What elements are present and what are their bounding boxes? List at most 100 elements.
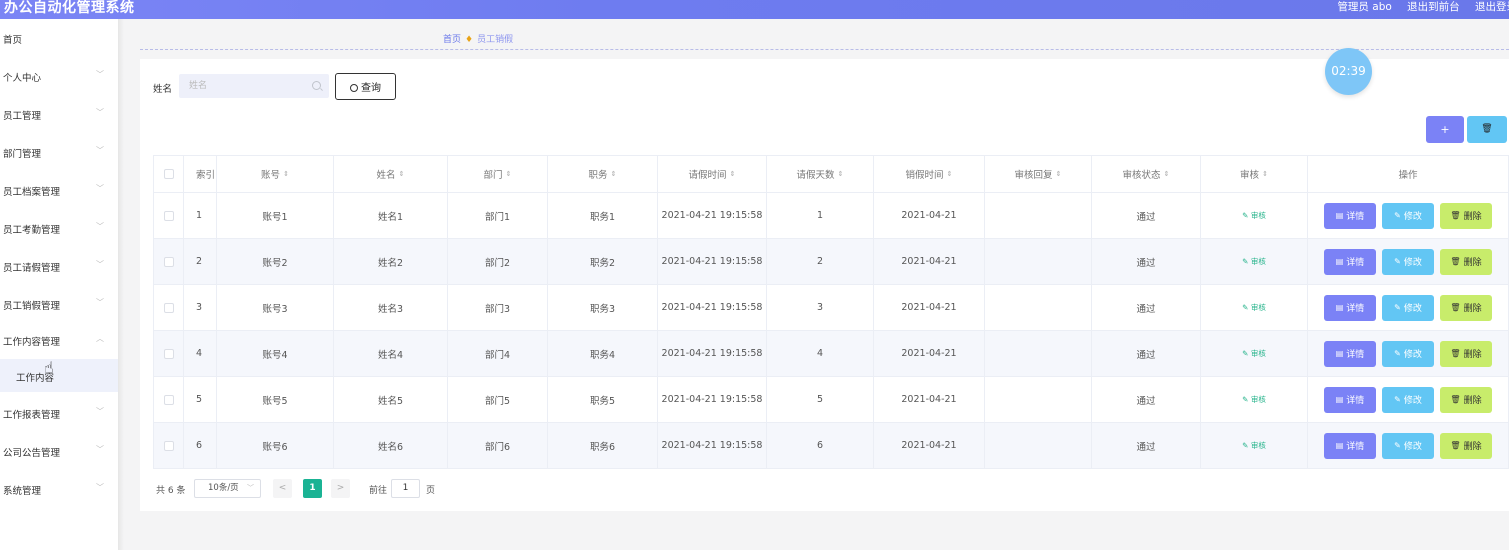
detail-button[interactable]: ▤ 详情 (1324, 294, 1376, 321)
row-checkbox[interactable] (163, 440, 174, 451)
audit-link[interactable]: ✎ 审核 (1242, 348, 1266, 359)
column-header[interactable]: 销假时间 ⇕ (874, 156, 985, 192)
sidebar-item[interactable]: 员工请假管理 ﹀ (0, 247, 118, 285)
prev-page-button[interactable]: < (273, 479, 292, 498)
sidebar-item-label: 员工请假管理 (3, 263, 61, 274)
column-header[interactable]: 请假时间 ⇕ (658, 156, 767, 192)
add-button[interactable]: + (1426, 116, 1464, 143)
cell-dept: 部门2 (448, 239, 548, 284)
sort-icon[interactable]: ⇕ (838, 170, 844, 178)
delete-button[interactable]: 🗑 删除 (1440, 294, 1492, 321)
column-header[interactable]: 审核状态 ⇕ (1092, 156, 1201, 192)
edit-button[interactable]: ✎ 修改 (1382, 432, 1434, 459)
column-header[interactable]: 审核回复 ⇕ (985, 156, 1092, 192)
cell-actions: ▤ 详情 ✎ 修改 🗑 删除 (1308, 377, 1509, 422)
audit-link-label: 审核 (1250, 303, 1266, 312)
search-icon (350, 84, 358, 92)
sidebar-item-label: 工作报表管理 (3, 410, 61, 421)
sidebar-item[interactable]: 员工管理 ﹀ (0, 95, 118, 133)
row-checkbox[interactable] (163, 256, 174, 267)
detail-button[interactable]: ▤ 详情 (1324, 340, 1376, 367)
detail-button-label: 详情 (1346, 442, 1365, 452)
delete-button[interactable]: 🗑 删除 (1440, 248, 1492, 275)
batch-delete-button[interactable]: 🗑 (1467, 116, 1507, 143)
column-header[interactable]: 职务 ⇕ (548, 156, 658, 192)
sort-icon[interactable]: ⇕ (1056, 170, 1062, 178)
edit-button[interactable]: ✎ 修改 (1382, 386, 1434, 413)
delete-button[interactable]: 🗑 删除 (1440, 432, 1492, 459)
sidebar-item[interactable]: 个人中心 ﹀ (0, 57, 118, 95)
sort-icon[interactable]: ⇕ (947, 170, 953, 178)
audit-link[interactable]: ✎ 审核 (1242, 440, 1266, 451)
audit-link-label: 审核 (1250, 349, 1266, 358)
sidebar-item[interactable]: 公司公告管理 ﹀ (0, 432, 118, 470)
logout-link[interactable]: 退出登录 (1475, 1, 1509, 13)
sidebar-item[interactable]: 首页 (0, 19, 118, 57)
detail-button[interactable]: ▤ 详情 (1324, 432, 1376, 459)
edit-button[interactable]: ✎ 修改 (1382, 248, 1434, 275)
detail-button[interactable]: ▤ 详情 (1324, 202, 1376, 229)
sidebar-item[interactable]: 工作内容管理 ︿ (0, 321, 118, 359)
sort-icon[interactable]: ⇕ (611, 170, 617, 178)
document-icon: ▤ (1335, 349, 1344, 358)
sort-icon[interactable]: ⇕ (283, 170, 289, 178)
sort-icon[interactable]: ⇕ (399, 170, 405, 178)
edit-pen-icon: ✎ (1394, 349, 1401, 358)
page-size-select[interactable]: 10条/页 ﹀ (194, 479, 261, 498)
sidebar-item[interactable]: 系统管理 ﹀ (0, 470, 118, 508)
column-header[interactable]: 请假天数 ⇕ (767, 156, 874, 192)
sort-icon[interactable]: ⇕ (506, 170, 512, 178)
sidebar-item[interactable]: 员工考勤管理 ﹀ (0, 209, 118, 247)
chevron-down-icon: ﹀ (96, 222, 104, 231)
delete-button[interactable]: 🗑 删除 (1440, 386, 1492, 413)
row-checkbox[interactable] (163, 394, 174, 405)
detail-button[interactable]: ▤ 详情 (1324, 248, 1376, 275)
detail-button[interactable]: ▤ 详情 (1324, 386, 1376, 413)
audit-link[interactable]: ✎ 审核 (1242, 256, 1266, 267)
back-to-front-link[interactable]: 退出到前台 (1407, 1, 1460, 13)
column-header: 索引 (184, 156, 217, 192)
delete-button[interactable]: 🗑 删除 (1440, 202, 1492, 229)
column-header[interactable]: 部门 ⇕ (448, 156, 548, 192)
row-checkbox[interactable] (163, 210, 174, 221)
audit-link[interactable]: ✎ 审核 (1242, 210, 1266, 221)
cell-account: 账号2 (217, 239, 334, 284)
sort-icon[interactable]: ⇕ (730, 170, 736, 178)
page-number-current[interactable]: 1 (303, 479, 322, 498)
sort-icon[interactable]: ⇕ (1164, 170, 1170, 178)
delete-button[interactable]: 🗑 删除 (1440, 340, 1492, 367)
select-all-checkbox[interactable] (163, 169, 174, 179)
sidebar-item-label: 首页 (3, 35, 23, 46)
column-header[interactable]: 审核 ⇕ (1201, 156, 1308, 192)
audit-link[interactable]: ✎ 审核 (1242, 394, 1266, 405)
sidebar-item-label: 员工考勤管理 (3, 225, 61, 236)
table-row: 6 账号6 姓名6 部门6 职务6 2021-04-21 19:15:58 6 2021-04… (153, 423, 1509, 469)
row-checkbox[interactable] (163, 302, 174, 313)
sidebar-item[interactable]: 工作报表管理 ﹀ (0, 394, 118, 432)
search-input[interactable] (179, 74, 329, 98)
edit-button[interactable]: ✎ 修改 (1382, 340, 1434, 367)
cell-dept: 部门4 (448, 331, 548, 376)
row-select-cell (153, 423, 184, 468)
cell-reply (985, 285, 1092, 330)
chevron-down-icon: ﹀ (96, 483, 104, 492)
breadcrumb-home[interactable]: 首页 (443, 35, 461, 45)
breadcrumb-divider (140, 49, 1509, 50)
column-header-label: 姓名 (376, 170, 396, 181)
sidebar-subitem-work-content[interactable]: 工作内容 (0, 359, 118, 392)
next-page-button[interactable]: > (331, 479, 350, 498)
sidebar-item[interactable]: 员工档案管理 ﹀ (0, 171, 118, 209)
edit-button[interactable]: ✎ 修改 (1382, 202, 1434, 229)
row-checkbox[interactable] (163, 348, 174, 359)
audit-link[interactable]: ✎ 审核 (1242, 302, 1266, 313)
column-header[interactable]: 账号 ⇕ (217, 156, 334, 192)
column-header-label: 审核回复 (1014, 170, 1053, 181)
query-button[interactable]: 查询 (335, 73, 396, 100)
column-header[interactable]: 姓名 ⇕ (334, 156, 448, 192)
sidebar-item[interactable]: 员工销假管理 ﹀ (0, 285, 118, 323)
sort-icon[interactable]: ⇕ (1262, 170, 1268, 178)
goto-page-input[interactable]: 1 (391, 479, 420, 498)
breadcrumb-separator-icon: ♦ (465, 35, 474, 45)
sidebar-item[interactable]: 部门管理 ﹀ (0, 133, 118, 171)
edit-button[interactable]: ✎ 修改 (1382, 294, 1434, 321)
